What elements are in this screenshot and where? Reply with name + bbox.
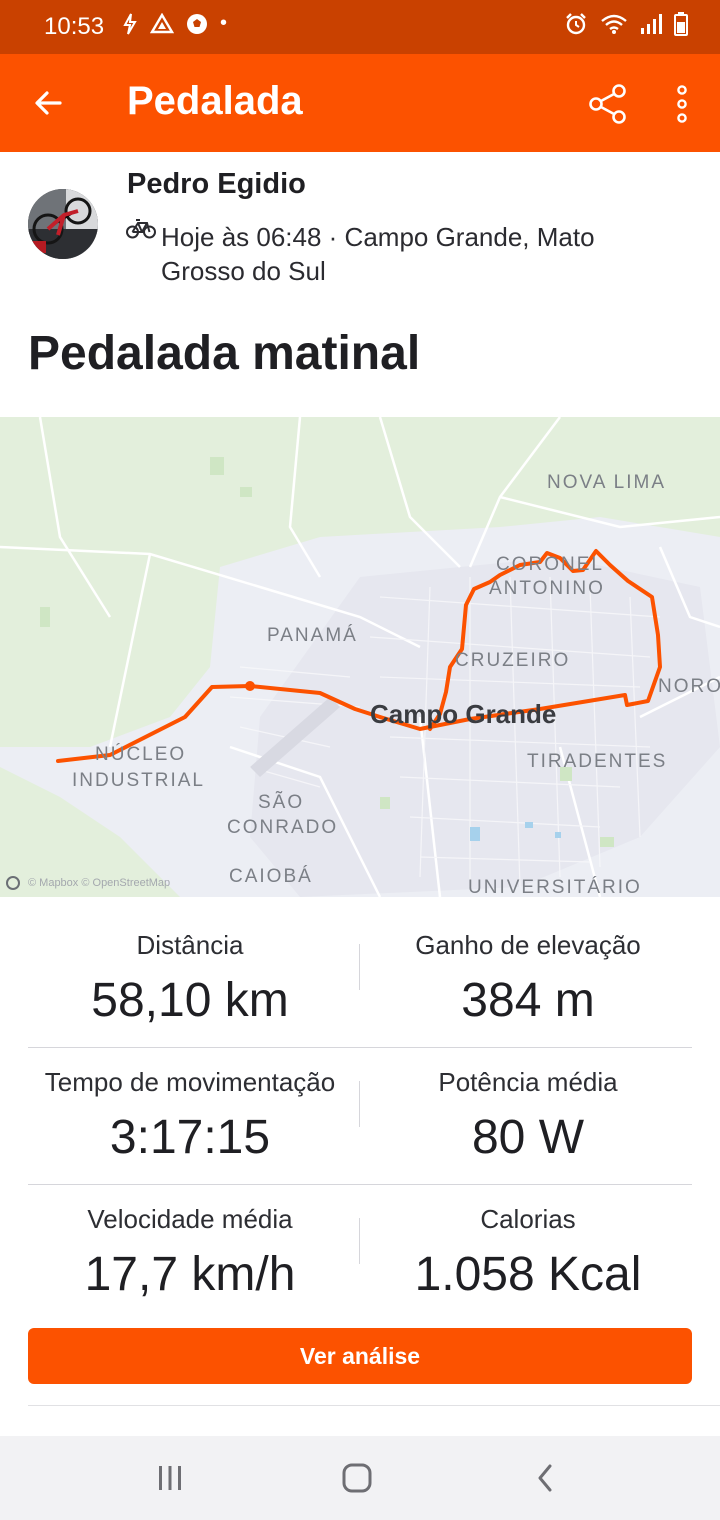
more-options-button[interactable]: [664, 80, 700, 128]
recents-button[interactable]: [146, 1458, 194, 1498]
signal-arrow-icon: [123, 13, 137, 35]
stat-value-calories: 1.058 Kcal: [414, 1248, 642, 1301]
view-analysis-button[interactable]: Ver análise: [28, 1328, 692, 1384]
map-label: UNIVERSITÁRIO: [468, 877, 642, 897]
recents-icon: [159, 1466, 181, 1490]
map-label: CORONEL: [496, 554, 604, 575]
stat-label-elevation: Ganho de elevação: [415, 930, 641, 960]
app-title: Pedalada: [127, 79, 303, 123]
mapbox-logo-icon: [6, 876, 20, 890]
map-label: CONRADO: [227, 817, 339, 838]
home-button[interactable]: [333, 1458, 381, 1498]
map-label: TIRADENTES: [527, 751, 668, 772]
nav-back-icon: [538, 1464, 552, 1492]
map-label: SÃO: [258, 792, 305, 813]
stat-value-avg-power: 80 W: [471, 1111, 585, 1164]
stat-row-divider: [28, 1184, 692, 1185]
system-nav-bar: [0, 1436, 720, 1520]
signal-icon: [641, 14, 662, 34]
stat-label-distance: Distância: [136, 930, 244, 960]
share-icon: [589, 84, 626, 124]
stat-label-avg-speed: Velocidade média: [87, 1204, 293, 1234]
more-vert-icon: [677, 85, 687, 123]
app-bar: Pedalada: [0, 54, 720, 152]
route-map[interactable]: NOVA LIMA CORONEL ANTONINO PANAMÁ CRUZEI…: [0, 417, 720, 897]
athlete-name[interactable]: Pedro Egidio: [127, 168, 306, 201]
stat-label-calories: Calorias: [480, 1204, 576, 1234]
map-label-city: Campo Grande: [370, 699, 557, 729]
home-icon: [342, 1463, 372, 1493]
soccer-icon: [187, 13, 207, 34]
stat-value-distance: 58,10 km: [91, 974, 289, 1027]
battery-icon: [674, 12, 688, 36]
map-label: CRUZEIRO: [455, 650, 571, 671]
stat-value-avg-speed: 17,7 km/h: [84, 1248, 296, 1301]
attribution-text: © Mapbox © OpenStreetMap: [28, 877, 171, 889]
back-button[interactable]: [24, 79, 72, 127]
share-button[interactable]: [584, 80, 632, 128]
section-divider: [28, 1405, 720, 1406]
map-label: CAIOBÁ: [229, 866, 313, 887]
stat-label-moving-time: Tempo de movimentação: [44, 1067, 336, 1097]
bike-icon: [126, 219, 156, 239]
drive-icon: [150, 12, 174, 33]
map-label: NÚCLEO: [95, 744, 187, 765]
system-back-button[interactable]: [521, 1458, 569, 1498]
status-bar: 10:53 •: [0, 0, 720, 54]
alarm-icon: [566, 13, 586, 35]
map-label: PANAMÁ: [267, 625, 358, 646]
activity-meta: Hoje às 06:48 · Campo Grande, Mato Gross…: [161, 222, 595, 286]
arrow-back-icon: [35, 91, 62, 115]
map-label: NORO: [658, 676, 720, 697]
stat-row-divider: [28, 1047, 692, 1048]
avatar[interactable]: [28, 189, 98, 259]
activity-title: Pedalada matinal: [28, 327, 421, 380]
wifi-icon: [601, 14, 627, 34]
map-attribution[interactable]: © Mapbox © OpenStreetMap: [6, 876, 170, 890]
map-label: NOVA LIMA: [547, 472, 667, 493]
status-time: 10:53: [44, 13, 105, 40]
stat-label-avg-power: Potência média: [438, 1067, 618, 1097]
map-label: INDUSTRIAL: [72, 770, 205, 791]
stat-value-elevation: 384 m: [461, 974, 595, 1027]
avatar-bike-photo: [28, 189, 98, 259]
map-label: ANTONINO: [489, 578, 605, 599]
status-dot: •: [220, 12, 228, 34]
stat-value-moving-time: 3:17:15: [109, 1111, 271, 1164]
